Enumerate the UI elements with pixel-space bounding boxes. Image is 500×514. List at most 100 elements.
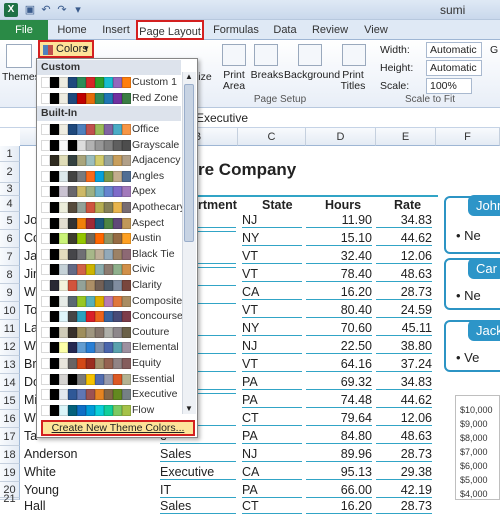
row-header[interactable]: 1: [0, 146, 20, 162]
table-cell[interactable]: 12.06: [376, 249, 432, 264]
table-cell[interactable]: PA: [242, 483, 302, 498]
org-item-1[interactable]: • Ne: [456, 228, 481, 243]
table-cell[interactable]: 42.19: [376, 483, 432, 498]
theme-name[interactable]: Austin: [132, 232, 161, 244]
theme-swatch-row[interactable]: [41, 77, 131, 88]
row-header[interactable]: 2: [0, 162, 20, 183]
table-cell[interactable]: 69.32: [306, 375, 372, 390]
theme-name[interactable]: Executive: [132, 388, 178, 400]
tab-data[interactable]: Data: [270, 20, 300, 40]
scroll-up-icon[interactable]: ▲: [185, 72, 193, 81]
table-cell[interactable]: VT: [242, 303, 302, 318]
org-head-3[interactable]: Jack: [468, 320, 500, 341]
theme-name[interactable]: Couture: [132, 326, 169, 338]
scroll-down-icon[interactable]: ▼: [185, 404, 193, 413]
table-cell[interactable]: VT: [242, 249, 302, 264]
theme-name[interactable]: Apothecary: [132, 201, 185, 213]
table-cell[interactable]: NY: [242, 231, 302, 246]
themes-button-label[interactable]: Themes: [2, 72, 40, 83]
row-header[interactable]: 4: [0, 196, 20, 212]
table-cell[interactable]: 38.80: [376, 339, 432, 354]
themes-icon[interactable]: [6, 44, 32, 68]
theme-swatch-row[interactable]: [41, 155, 131, 167]
column-header-c[interactable]: C: [238, 128, 306, 146]
scale-input[interactable]: 100%: [426, 78, 472, 94]
theme-name[interactable]: Angles: [132, 170, 164, 182]
header-rate[interactable]: Rate: [394, 198, 421, 212]
row-header[interactable]: 12: [0, 338, 20, 356]
row-header[interactable]: 16: [0, 410, 20, 428]
theme-name[interactable]: Clarity: [132, 279, 162, 291]
column-header-e[interactable]: E: [376, 128, 436, 146]
table-cell[interactable]: 16.20: [306, 285, 372, 300]
theme-swatch-row[interactable]: [41, 233, 131, 245]
theme-name[interactable]: Flow: [132, 404, 154, 416]
theme-swatch-row[interactable]: [41, 139, 131, 151]
print-area-button[interactable]: Print Area: [216, 70, 252, 92]
table-cell[interactable]: White: [24, 465, 154, 479]
table-cell[interactable]: NJ: [242, 447, 302, 462]
table-cell[interactable]: 48.63: [376, 267, 432, 282]
breaks-button[interactable]: Breaks: [250, 70, 284, 81]
table-cell[interactable]: PA: [242, 393, 302, 408]
size-button-label[interactable]: ize: [196, 72, 214, 83]
breaks-icon[interactable]: [254, 44, 278, 66]
table-cell[interactable]: 34.83: [376, 213, 432, 228]
header-department[interactable]: rtment: [198, 198, 237, 212]
table-cell[interactable]: CA: [242, 285, 302, 300]
table-cell[interactable]: 48.63: [376, 429, 432, 444]
table-cell[interactable]: 28.73: [376, 285, 432, 300]
theme-swatch-row[interactable]: [41, 311, 131, 323]
theme-name[interactable]: Red Zone: [132, 92, 178, 104]
row-header[interactable]: 17: [0, 428, 20, 446]
table-cell[interactable]: 74.48: [306, 393, 372, 408]
table-cell[interactable]: CT: [242, 411, 302, 426]
theme-swatch-row[interactable]: [41, 186, 131, 198]
tab-file[interactable]: File: [0, 20, 48, 40]
theme-swatch-row[interactable]: [41, 404, 131, 416]
row-header[interactable]: 19: [0, 464, 20, 482]
org-head-1[interactable]: John: [468, 195, 500, 216]
table-cell[interactable]: IT: [160, 483, 236, 498]
table-cell[interactable]: 89.96: [306, 447, 372, 462]
print-area-icon[interactable]: [222, 44, 246, 66]
table-cell[interactable]: 80.40: [306, 303, 372, 318]
theme-swatch-row[interactable]: [41, 124, 131, 135]
scrollbar-thumb[interactable]: [184, 84, 194, 242]
table-cell[interactable]: 37.24: [376, 357, 432, 372]
table-cell[interactable]: NY: [242, 321, 302, 336]
row-header[interactable]: 8: [0, 266, 20, 284]
theme-name[interactable]: Concourse: [132, 310, 183, 322]
column-header-d[interactable]: D: [306, 128, 376, 146]
theme-swatch-row[interactable]: [41, 264, 131, 276]
header-hours[interactable]: Hours: [325, 198, 361, 212]
table-cell[interactable]: 28.73: [376, 447, 432, 462]
table-cell[interactable]: CA: [242, 465, 302, 480]
row-header[interactable]: 14: [0, 374, 20, 392]
table-cell[interactable]: 78.40: [306, 267, 372, 282]
tab-insert[interactable]: Insert: [98, 20, 134, 40]
table-cell[interactable]: 84.80: [306, 429, 372, 444]
table-cell[interactable]: 44.62: [376, 393, 432, 408]
row-header[interactable]: 15: [0, 392, 20, 410]
table-cell[interactable]: Anderson: [24, 447, 154, 461]
background-icon[interactable]: [298, 44, 322, 66]
theme-swatch-row[interactable]: [41, 170, 131, 182]
theme-name[interactable]: Equity: [132, 357, 161, 369]
theme-name[interactable]: Black Tie: [132, 248, 175, 260]
undo-icon[interactable]: ↶: [40, 4, 52, 16]
table-cell[interactable]: 32.40: [306, 249, 372, 264]
print-titles-button[interactable]: Print Titles: [338, 70, 368, 92]
table-cell[interactable]: 95.13: [306, 465, 372, 480]
table-cell[interactable]: 79.64: [306, 411, 372, 426]
row-header[interactable]: 5: [0, 212, 20, 230]
row-header[interactable]: 3: [0, 183, 20, 196]
table-cell[interactable]: 29.38: [376, 465, 432, 480]
row-header[interactable]: 13: [0, 356, 20, 374]
table-cell[interactable]: 64.16: [306, 357, 372, 372]
header-state[interactable]: State: [262, 198, 293, 212]
theme-name[interactable]: Apex: [132, 185, 156, 197]
create-new-theme-colors-button[interactable]: Create New Theme Colors...: [41, 420, 195, 436]
tab-review[interactable]: Review: [310, 20, 350, 40]
table-cell[interactable]: Hall: [24, 499, 154, 513]
